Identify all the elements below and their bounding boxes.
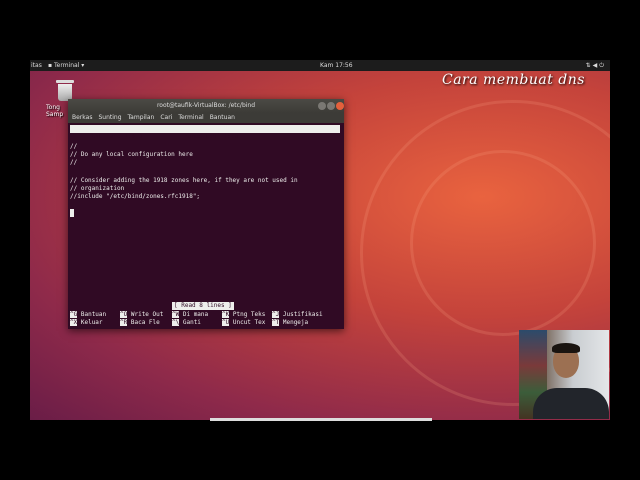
shortcut-key: ^X [70,319,78,326]
menu-cari[interactable]: Cari [160,114,172,121]
editor-line[interactable]: // [70,159,77,167]
menu-tampilan[interactable]: Tampilan [128,114,155,121]
shortcut-key: ^T [272,319,280,326]
app-menu-label: Terminal ▾ [54,62,85,69]
shortcut-key: ^\ [172,319,180,326]
editor-line[interactable]: // organization [70,185,124,193]
shortcut-key: ^U [222,319,230,326]
shortcut-exit[interactable]: ^X Keluar [70,319,103,327]
shortcut-key: ^W [172,311,180,318]
menu-bantuan[interactable]: Bantuan [210,114,235,121]
shortcut-label: Mengeja [282,319,309,326]
webcam-overlay [519,330,609,419]
nano-status-message: [ Read 8 lines ] [172,302,234,310]
shortcut-label: Di mana [182,311,209,318]
system-tray[interactable]: ⇅◀⏻ [586,60,606,71]
editor-line[interactable]: // [70,143,77,151]
shortcut-label: Ganti [182,319,201,326]
shortcut-label: Uncut Tex [232,319,266,326]
webcam-person-body [533,388,609,419]
video-progress-bar [210,418,432,421]
top-panel: itas ▪ Terminal ▾ Kam 17:56 ⇅◀⏻ [30,60,610,71]
shortcut-key: ^O [120,311,128,318]
shortcut-key: ^J [272,311,280,318]
shortcut-label: Write Out [130,311,164,318]
shortcut-cut-text[interactable]: ^K Ptng Teks [222,311,265,319]
shortcut-spell[interactable]: ^T Mengeja [272,319,308,327]
maximize-button[interactable] [327,102,335,110]
terminal-titlebar[interactable]: root@taufik-VirtualBox: /etc/bind [68,99,344,113]
text-cursor [70,209,74,217]
shortcut-label: Ptng Teks [232,311,266,318]
nano-version: GNU nano 2.9.3 [84,133,143,140]
editor-line[interactable]: // Do any local configuration here [70,151,193,159]
shortcut-write-out[interactable]: ^O Write Out [120,311,163,319]
app-menu[interactable]: ▪ Terminal ▾ [48,60,84,71]
minimize-button[interactable] [318,102,326,110]
shortcut-read-file[interactable]: ^R Baca Fle [120,319,160,327]
editor-line[interactable]: //include "/etc/bind/zones.rfc1918"; [70,193,200,201]
terminal-menubar: Berkas Sunting Tampilan Cari Terminal Bantuan [68,113,344,123]
shortcut-label: Baca Fle [130,319,160,326]
menu-terminal[interactable]: Terminal [178,114,203,121]
window-title: root@taufik-VirtualBox: /etc/bind [156,102,256,109]
trash-lid [56,80,74,83]
shortcut-label: Bantuan [80,311,107,318]
video-overlay-title: Cara membuat dns [442,72,585,88]
menu-berkas[interactable]: Berkas [72,114,92,121]
shortcut-label: Keluar [80,319,103,326]
shortcut-help[interactable]: ^G Bantuan [70,311,106,319]
wallpaper-swirl [410,150,596,336]
shortcut-key: ^K [222,311,230,318]
shortcut-where-is[interactable]: ^W Di mana [172,311,208,319]
shortcut-uncut-text[interactable]: ^U Uncut Tex [222,319,265,327]
close-button[interactable] [336,102,344,110]
terminal-window[interactable]: root@taufik-VirtualBox: /etc/bind Berkas… [68,99,344,329]
power-icon: ⏻ [599,62,606,69]
activities-button[interactable]: itas [31,60,42,71]
clock[interactable]: Kam 17:56 [320,60,353,71]
shortcut-justify[interactable]: ^J Justifikasi [272,311,323,319]
shortcut-key: ^G [70,311,78,318]
network-icon: ⇅ [585,62,593,69]
nano-filename: named.conf.local [184,133,242,140]
editor-line[interactable]: // Consider adding the 1918 zones here, … [70,177,298,185]
shortcut-replace[interactable]: ^\ Ganti [172,319,201,327]
webcam-person-hair [552,343,580,353]
menu-sunting[interactable]: Sunting [98,114,121,121]
shortcut-label: Justifikasi [282,311,323,318]
nano-header-bar: GNU nano 2.9.3 named.conf.local [70,125,340,140]
terminal-app-icon: ▪ [48,62,53,69]
shortcut-key: ^R [120,319,128,326]
